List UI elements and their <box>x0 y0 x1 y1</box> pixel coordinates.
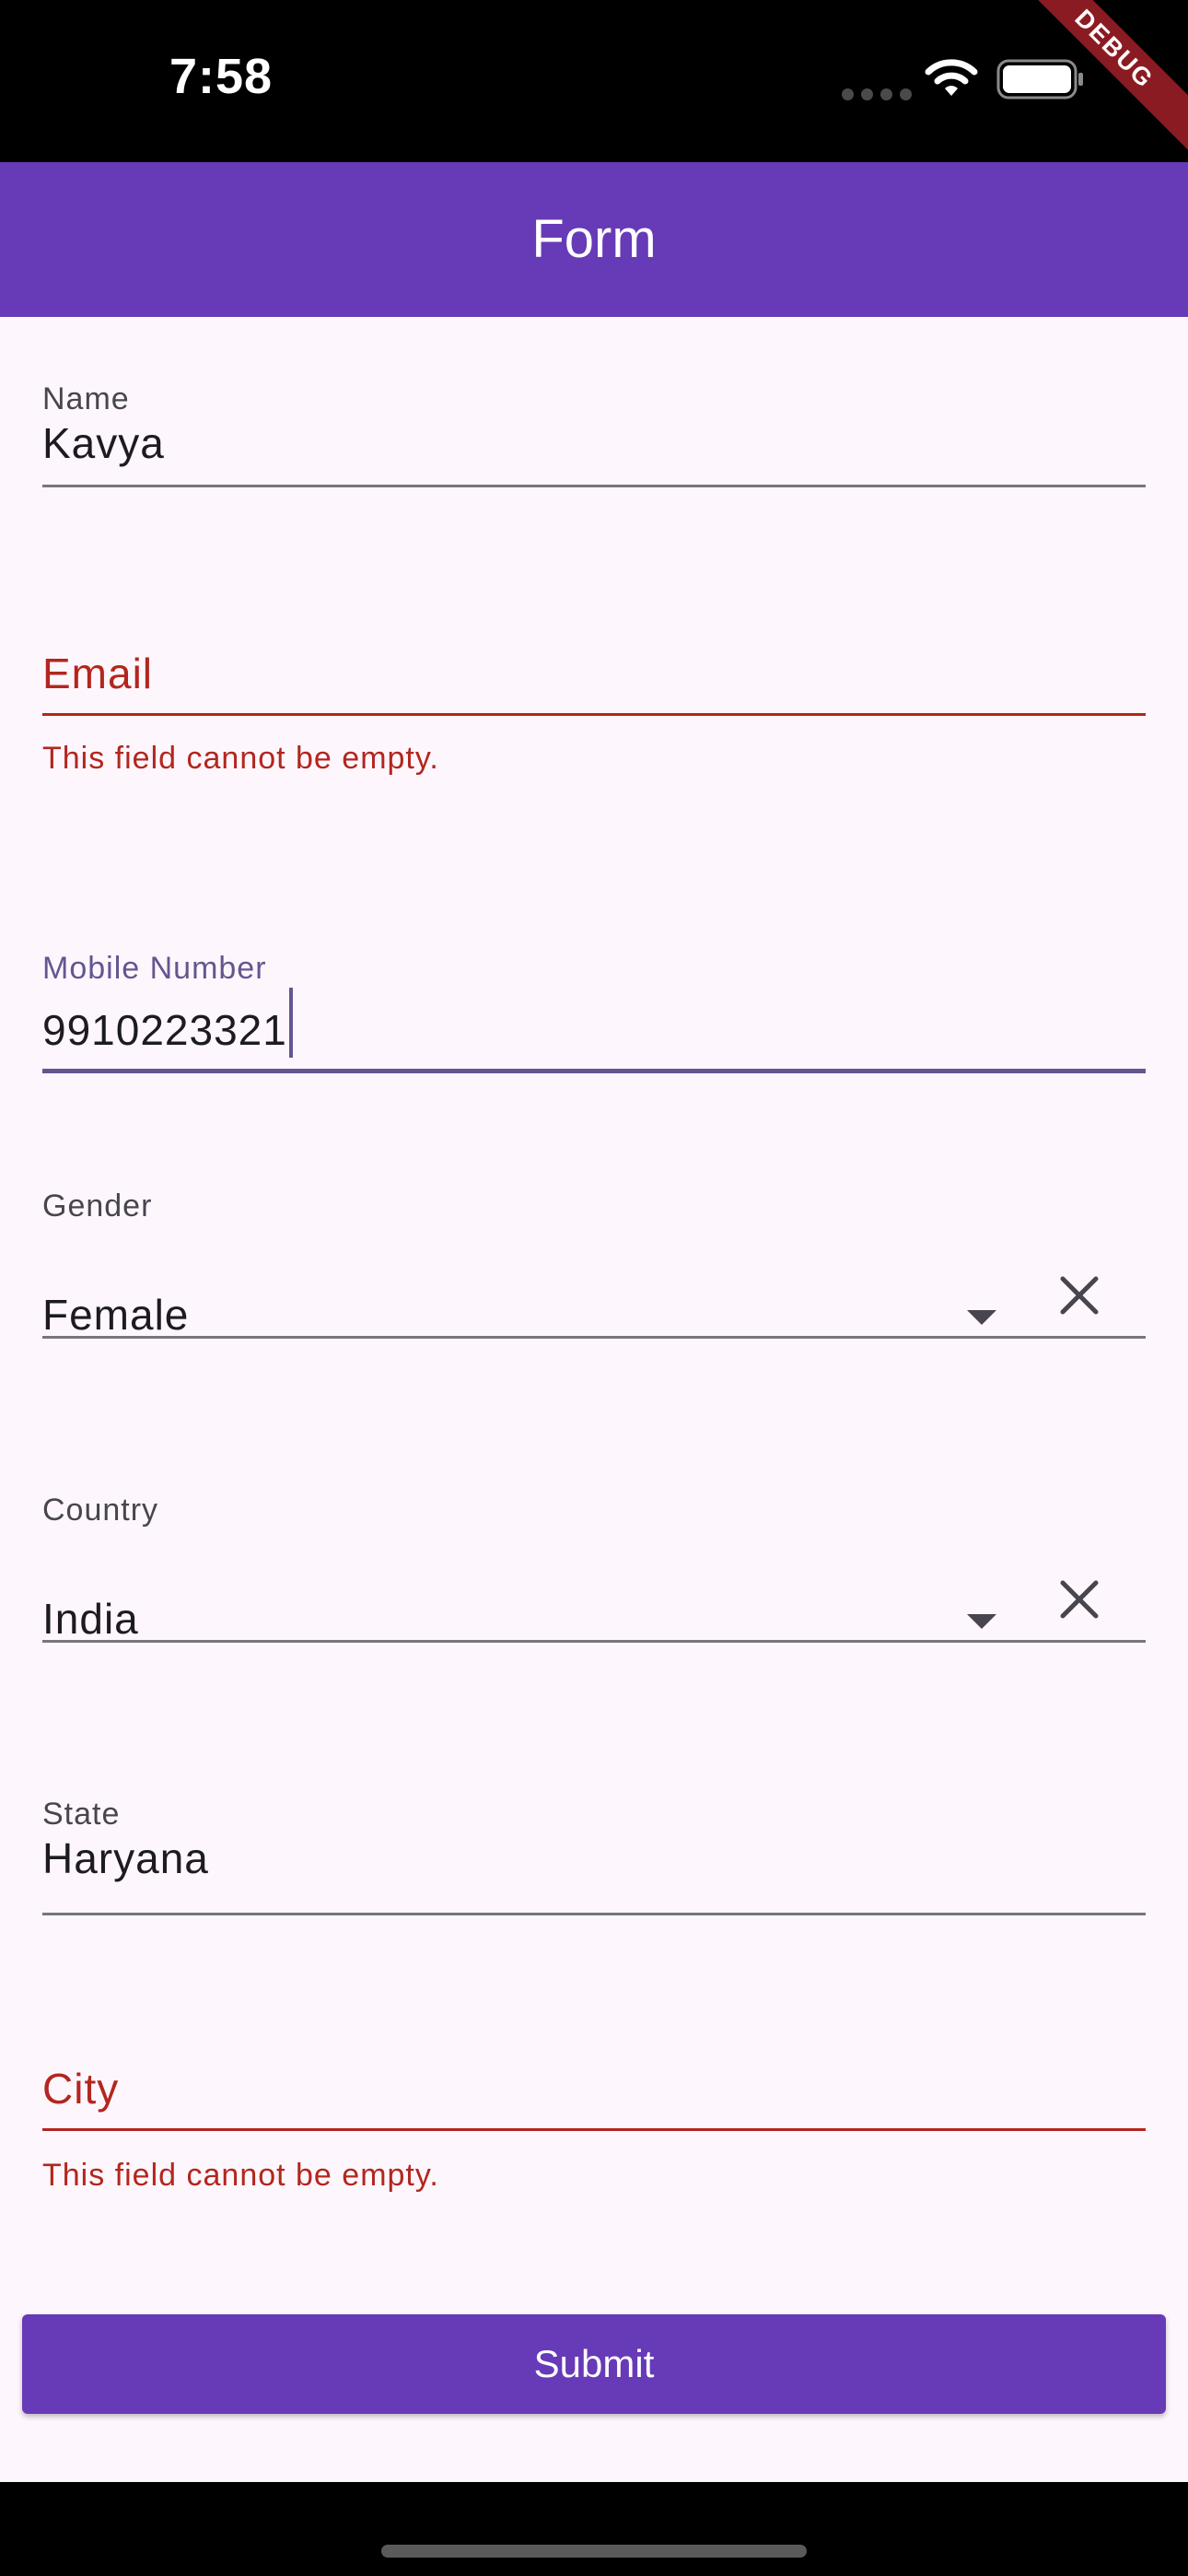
email-error-text: This field cannot be empty. <box>42 741 439 776</box>
clear-icon[interactable] <box>1059 1579 1100 1620</box>
city-field[interactable]: City This field cannot be empty. <box>42 2064 1146 2211</box>
state-field[interactable]: State Haryana <box>42 1797 1146 1926</box>
mobile-number-field[interactable]: Mobile Number 9910223321 <box>42 951 1146 1080</box>
wifi-icon <box>925 59 978 96</box>
mobile-number-value-wrap: 9910223321 <box>42 988 293 1058</box>
form: Name Kavya Email This field cannot be em… <box>0 317 1188 2482</box>
cellular-dots-icon <box>842 88 912 100</box>
state-label: State <box>42 1797 121 1832</box>
name-value: Kavya <box>42 419 165 467</box>
country-underline <box>42 1640 1146 1643</box>
state-underline <box>42 1913 1146 1915</box>
gender-label: Gender <box>42 1188 153 1224</box>
dropdown-arrow-icon[interactable] <box>967 1614 996 1629</box>
app-bar: Form <box>0 162 1188 317</box>
city-underline <box>42 2128 1146 2131</box>
name-field[interactable]: Name Kavya <box>42 381 1146 501</box>
text-cursor <box>288 988 293 1058</box>
status-bar: 7:58 DEBUG <box>0 0 1188 167</box>
app-bar-title: Form <box>531 209 657 269</box>
clear-icon[interactable] <box>1059 1275 1100 1316</box>
home-indicator[interactable] <box>381 2545 807 2558</box>
gender-dropdown[interactable]: Gender Female <box>42 1188 1146 1345</box>
email-label: Email <box>42 650 154 697</box>
gender-value: Female <box>42 1291 190 1339</box>
dropdown-arrow-icon[interactable] <box>967 1310 996 1325</box>
email-underline <box>42 713 1146 716</box>
bottom-bar <box>0 2482 1188 2576</box>
name-underline <box>42 485 1146 487</box>
battery-icon <box>996 59 1083 100</box>
submit-button[interactable]: Submit <box>22 2314 1166 2414</box>
state-value: Haryana <box>42 1834 209 1882</box>
mobile-number-underline <box>42 1069 1146 1073</box>
gender-underline <box>42 1336 1146 1339</box>
mobile-number-label: Mobile Number <box>42 951 267 986</box>
mobile-number-value: 9910223321 <box>42 1006 287 1054</box>
city-label: City <box>42 2065 120 2113</box>
country-label: Country <box>42 1493 159 1528</box>
country-dropdown[interactable]: Country India <box>42 1493 1146 1649</box>
name-label: Name <box>42 381 130 416</box>
email-field[interactable]: Email This field cannot be empty. <box>42 649 1146 796</box>
country-value: India <box>42 1595 139 1643</box>
city-error-text: This field cannot be empty. <box>42 2158 439 2193</box>
status-time: 7:58 <box>169 49 274 104</box>
